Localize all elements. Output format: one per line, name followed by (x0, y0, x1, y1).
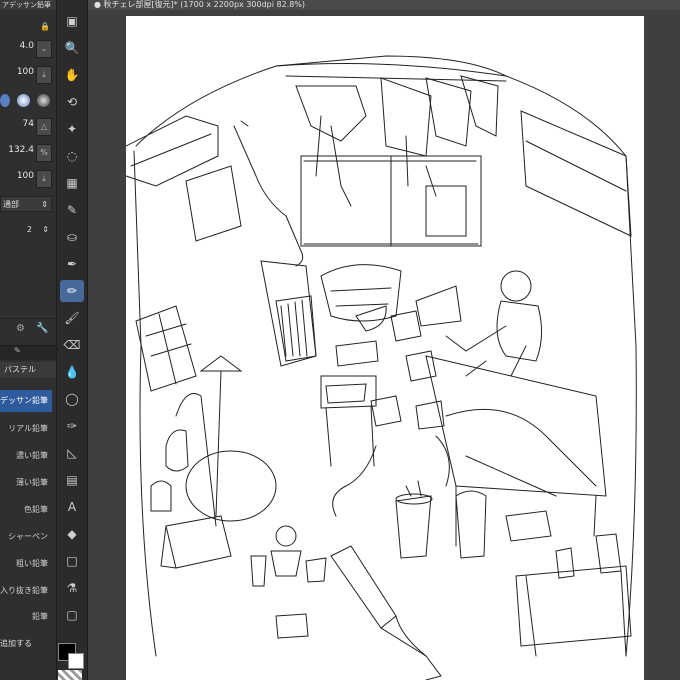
count-select[interactable]: 2 ⇕ (0, 222, 52, 238)
angle-value[interactable]: 132.4 (8, 145, 34, 155)
figure-icon[interactable]: ◯ (60, 388, 84, 410)
paint-bucket-icon[interactable]: ◆ (60, 523, 84, 545)
brush-item-0[interactable]: デッサン鉛筆 (0, 390, 52, 412)
text-icon[interactable]: A (60, 496, 84, 518)
count-value: 2 (26, 225, 32, 234)
opacity-row: 100 ⤓ (0, 66, 56, 84)
sub-color-swatch[interactable] (68, 653, 84, 669)
brush-shape-row[interactable] (0, 92, 56, 108)
subtool-group-tab[interactable]: パステル (0, 362, 56, 378)
opacity-stepper[interactable]: ⤓ (36, 66, 52, 84)
add-brush-button[interactable]: 追加する (0, 636, 52, 652)
size-row: 4.0 ⌄ (0, 40, 56, 58)
eraser-icon[interactable]: ⌫ (60, 334, 84, 356)
tool-palette: ▣ 🔍 ✋ ⟲ ✦ ◌ ▦ ✎ ⛀ ✒ ✏ 🖌 ⌫ 💧 ◯ ✑ ◺ ▤ A ◆ □ ⚗ ▢ (57, 0, 88, 680)
vector-pen-icon[interactable]: ✑ (60, 415, 84, 437)
brush-item-5[interactable]: シャーペン (0, 526, 52, 548)
opacity-value[interactable]: 100 (17, 67, 34, 77)
sketch-artwork (126, 16, 644, 680)
ruler-icon[interactable]: ◺ (60, 442, 84, 464)
size-value[interactable]: 4.0 (20, 41, 34, 51)
lock-icon[interactable]: 🔒 (40, 22, 50, 31)
document-tab[interactable]: ● 秋チェレ部屋[復元]* (1700 x 2200px 300dpi 82.8… (88, 0, 680, 10)
flow-value[interactable]: 100 (17, 171, 34, 181)
canvas-area[interactable] (88, 10, 680, 680)
gradient-icon[interactable]: ▤ (60, 469, 84, 491)
subtool-header: ✎ (0, 345, 56, 360)
chevron-updown-icon: ⇕ (42, 225, 49, 234)
blend-mode-select[interactable]: 通部 ⇕ (0, 196, 52, 212)
frame-icon[interactable]: ▢ (60, 604, 84, 626)
zoom-icon[interactable]: 🔍 (60, 37, 84, 59)
layer-move-icon[interactable]: ▣ (60, 10, 84, 32)
pencil-icon[interactable]: ✏ (60, 280, 84, 302)
brush-tip-hard-icon[interactable] (0, 94, 10, 107)
flow-row: 100 ⤓ (0, 170, 56, 188)
transparent-color-swatch[interactable] (58, 670, 82, 680)
brush-item-4[interactable]: 色鉛筆 (0, 499, 52, 521)
brush-item-8[interactable]: 鉛筆 (0, 606, 52, 628)
size-stepper[interactable]: ⌄ (36, 40, 52, 58)
brush-item-7[interactable]: 入り抜き鉛筆 (0, 580, 52, 602)
rotate-icon[interactable]: ⟲ (60, 91, 84, 113)
auto-select-icon[interactable]: ✦ (60, 118, 84, 140)
fill-spray-icon[interactable]: ⛀ (60, 226, 84, 248)
wrench-icon[interactable]: 🔧 (36, 323, 48, 334)
blend-mode-label: 通部 (3, 200, 19, 209)
rectangle-icon[interactable]: □ (60, 550, 84, 572)
blend-icon[interactable]: 💧 (60, 361, 84, 383)
brush-item-6[interactable]: 粗い鉛筆 (0, 553, 52, 575)
angle-row: 132.4 % (0, 144, 56, 162)
drawing-canvas[interactable] (126, 16, 644, 680)
density-stepper[interactable]: △ (36, 118, 52, 136)
pencil-small-icon[interactable]: ✎ (14, 346, 21, 355)
brush-name-field[interactable]: アデッサン鉛筆 (0, 0, 56, 10)
angle-stepper[interactable]: % (36, 144, 52, 162)
correction-icon[interactable]: ⚗ (60, 577, 84, 599)
hand-icon[interactable]: ✋ (60, 64, 84, 86)
settings-icon[interactable]: ⚙ (16, 323, 25, 334)
tool-property-panel: アデッサン鉛筆 🔒 4.0 ⌄ 100 ⤓ 74 △ 132.4 % 100 ⤓… (0, 0, 57, 680)
chevron-updown-icon: ⇕ (41, 200, 48, 209)
property-footer: ⚙ 🔧 (0, 318, 56, 339)
brush-item-1[interactable]: リアル鉛筆 (0, 418, 52, 440)
brush-item-3[interactable]: 薄い鉛筆 (0, 472, 52, 494)
eyedropper-icon[interactable]: ✎ (60, 199, 84, 221)
density-row: 74 △ (0, 118, 56, 136)
brush-item-2[interactable]: 濃い鉛筆 (0, 445, 52, 467)
brush-tip-soft-icon[interactable] (17, 94, 31, 107)
density-value[interactable]: 74 (23, 119, 34, 129)
pen-icon[interactable]: ✒ (60, 253, 84, 275)
mesh-icon[interactable]: ▦ (60, 172, 84, 194)
brush-icon[interactable]: 🖌 (60, 307, 84, 329)
brush-tip-blur-icon[interactable] (37, 94, 51, 107)
flow-stepper[interactable]: ⤓ (36, 170, 52, 188)
lasso-icon[interactable]: ◌ (60, 145, 84, 167)
